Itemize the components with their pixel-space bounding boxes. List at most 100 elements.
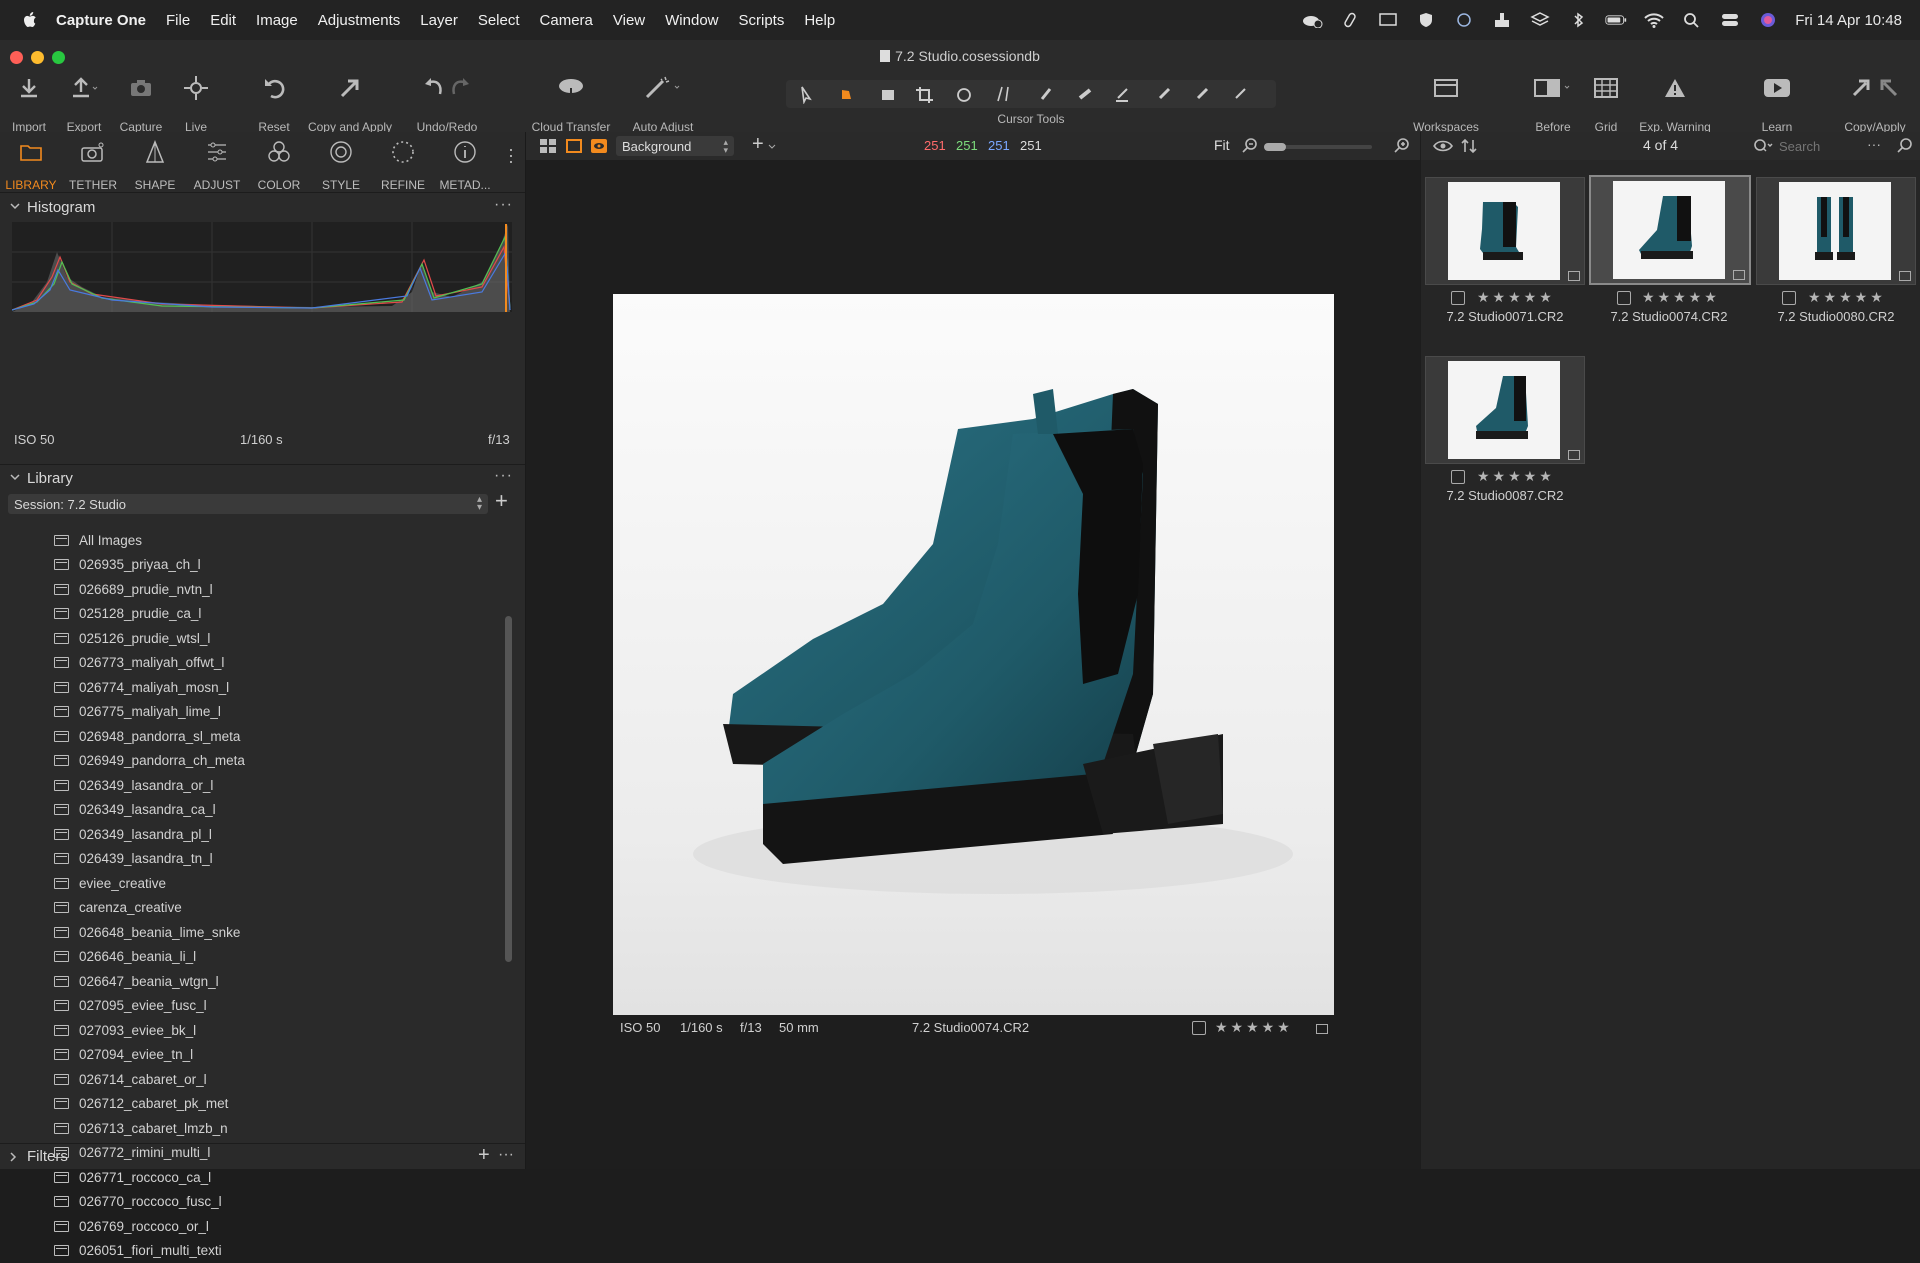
thumbnail-star-rating[interactable]: ★★★★★ xyxy=(1477,289,1555,306)
library-item[interactable]: 026349_lasandra_ca_l xyxy=(0,798,500,823)
viewer-select-checkbox[interactable] xyxy=(1192,1021,1206,1035)
library-item[interactable]: 026714_cabaret_or_l xyxy=(0,1067,500,1092)
library-header[interactable]: Library ··· xyxy=(0,464,525,493)
tab-refine[interactable]: REFINE xyxy=(372,136,434,192)
tab-adjust[interactable]: ADJUST xyxy=(186,136,248,192)
library-item[interactable]: 026648_beania_lime_snke xyxy=(0,920,500,945)
background-select[interactable]: Background ▴▾ xyxy=(616,136,734,156)
before-button[interactable]: Before xyxy=(1526,72,1580,134)
library-item[interactable]: 027093_eviee_bk_l xyxy=(0,1018,500,1043)
session-select[interactable]: Session: 7.2 Studio ▴▾ xyxy=(8,494,488,514)
library-item[interactable]: 026051_fiori_multi_texti xyxy=(0,1239,500,1263)
thumbnail-checkbox[interactable] xyxy=(1617,291,1631,305)
filters-header[interactable]: Filters + ··· xyxy=(0,1143,525,1170)
library-item[interactable]: 026712_cabaret_pk_met xyxy=(0,1092,500,1117)
menu-image[interactable]: Image xyxy=(256,12,298,29)
library-item[interactable]: 027094_eviee_tn_l xyxy=(0,1043,500,1068)
search-filter-icon[interactable] xyxy=(1753,139,1775,153)
tab-metadata[interactable]: METAD... xyxy=(434,136,496,192)
library-item[interactable]: 026349_lasandra_pl_l xyxy=(0,822,500,847)
menu-select[interactable]: Select xyxy=(478,12,520,29)
thumbnail-star-rating[interactable]: ★★★★★ xyxy=(1808,289,1886,306)
library-item-all-images[interactable]: All Images xyxy=(0,528,500,553)
zoom-in-icon[interactable] xyxy=(1394,138,1410,154)
tab-color[interactable]: COLOR xyxy=(248,136,310,192)
library-item[interactable]: 026770_roccoco_fusc_l xyxy=(0,1190,500,1215)
menu-view[interactable]: View xyxy=(613,12,645,29)
copy-and-apply-button[interactable]: Copy and Apply xyxy=(302,72,398,134)
library-item[interactable]: 026713_cabaret_lmzb_n xyxy=(0,1116,500,1141)
exposure-warning-button[interactable]: Exp. Warning xyxy=(1634,72,1716,134)
cloud-transfer-button[interactable]: Cloud Transfer xyxy=(526,72,616,134)
creative-cloud-icon[interactable] xyxy=(1301,12,1323,28)
paperclip-icon[interactable] xyxy=(1339,12,1361,28)
zoom-out-icon[interactable] xyxy=(1242,138,1258,154)
cloud-sync-icon[interactable] xyxy=(1453,12,1475,28)
library-item[interactable]: 026646_beania_li_l xyxy=(0,945,500,970)
multi-view-icon[interactable] xyxy=(540,139,556,153)
bluetooth-icon[interactable] xyxy=(1567,12,1589,28)
library-item[interactable]: 026769_roccoco_or_l xyxy=(0,1214,500,1239)
menubar-clock[interactable]: Fri 14 Apr 10:48 xyxy=(1795,12,1902,29)
thumbnail-checkbox[interactable] xyxy=(1451,470,1465,484)
search-input[interactable] xyxy=(1777,136,1861,156)
capture-button[interactable]: Capture xyxy=(116,72,166,134)
zoom-level[interactable]: Fit xyxy=(1214,137,1230,153)
single-view-icon[interactable] xyxy=(566,139,582,153)
shield-icon[interactable] xyxy=(1415,12,1437,28)
library-item[interactable]: eviee_creative xyxy=(0,871,500,896)
menu-layer[interactable]: Layer xyxy=(420,12,458,29)
browser-zoom-icon[interactable] xyxy=(1897,138,1913,154)
undo-redo-button[interactable]: Undo/Redo xyxy=(410,72,484,134)
auto-adjust-button[interactable]: Auto Adjust xyxy=(626,72,700,134)
export-button[interactable]: Export xyxy=(62,72,106,134)
spotlight-search-icon[interactable] xyxy=(1681,12,1703,28)
tab-library[interactable]: LIBRARY xyxy=(0,136,62,192)
upload-tray-icon[interactable] xyxy=(1491,12,1513,28)
menu-camera[interactable]: Camera xyxy=(540,12,593,29)
layers-icon[interactable] xyxy=(1529,12,1551,28)
menu-help[interactable]: Help xyxy=(804,12,835,29)
learn-button[interactable]: Learn xyxy=(1752,72,1802,134)
library-scrollbar[interactable] xyxy=(505,616,512,962)
library-item[interactable]: 025126_prudie_wtsl_l xyxy=(0,626,500,651)
tab-style[interactable]: STYLE xyxy=(310,136,372,192)
library-item[interactable]: 025128_prudie_ca_l xyxy=(0,602,500,627)
reset-button[interactable]: Reset xyxy=(254,72,294,134)
add-collection-button[interactable]: + xyxy=(495,488,508,514)
histogram-menu-icon[interactable]: ··· xyxy=(494,196,513,214)
tab-tether[interactable]: TETHER xyxy=(62,136,124,192)
menu-adjustments[interactable]: Adjustments xyxy=(318,12,401,29)
proof-view-icon[interactable] xyxy=(590,138,608,154)
menu-app-name[interactable]: Capture One xyxy=(56,12,146,29)
workspaces-button[interactable]: Workspaces xyxy=(1406,72,1486,134)
tab-shape[interactable]: SHAPE xyxy=(124,136,186,192)
library-item[interactable]: 026773_maliyah_offwt_l xyxy=(0,651,500,676)
thumbnail-star-rating[interactable]: ★★★★★ xyxy=(1477,468,1555,485)
filters-menu-icon[interactable]: ··· xyxy=(498,1146,514,1164)
library-item[interactable]: 026949_pandorra_ch_meta xyxy=(0,749,500,774)
thumbnail-checkbox[interactable] xyxy=(1451,291,1465,305)
thumbnail[interactable] xyxy=(1425,356,1585,464)
chevron-down-icon[interactable] xyxy=(768,144,776,150)
thumbnail[interactable] xyxy=(1425,177,1585,285)
wifi-icon[interactable] xyxy=(1643,12,1665,28)
library-item[interactable]: 026775_maliyah_lime_l xyxy=(0,700,500,725)
add-filter-button[interactable]: + xyxy=(478,1144,490,1167)
main-photo[interactable] xyxy=(613,294,1334,1015)
menu-scripts[interactable]: Scripts xyxy=(739,12,785,29)
add-variant-button[interactable]: + xyxy=(752,133,764,156)
library-item[interactable]: 026689_prudie_nvtn_l xyxy=(0,577,500,602)
histogram-header[interactable]: Histogram ··· xyxy=(0,194,525,222)
library-item[interactable]: 026647_beania_wtgn_l xyxy=(0,969,500,994)
zoom-slider[interactable] xyxy=(1264,145,1372,149)
zoom-slider-handle[interactable] xyxy=(1264,143,1286,151)
menu-edit[interactable]: Edit xyxy=(210,12,236,29)
library-item[interactable]: 026349_lasandra_or_l xyxy=(0,773,500,798)
menu-window[interactable]: Window xyxy=(665,12,718,29)
import-button[interactable]: Import xyxy=(8,72,50,134)
grid-button[interactable]: Grid xyxy=(1590,72,1622,134)
viewer-star-rating[interactable]: ★★★★★ xyxy=(1215,1019,1293,1036)
siri-icon[interactable] xyxy=(1757,12,1779,28)
thumbnail-star-rating[interactable]: ★★★★★ xyxy=(1642,289,1720,306)
